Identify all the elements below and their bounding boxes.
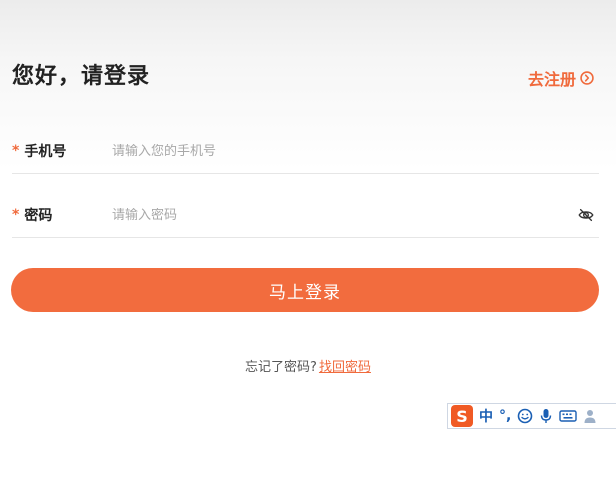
- microphone-icon[interactable]: [539, 408, 553, 424]
- password-input[interactable]: [112, 207, 577, 223]
- eye-off-icon[interactable]: [577, 206, 595, 224]
- phone-field-row: * 手机号: [12, 129, 599, 174]
- password-field-row: * 密码: [12, 193, 599, 238]
- ime-punctuation-toggle[interactable]: °,: [499, 408, 511, 424]
- sogou-logo-icon[interactable]: S: [451, 405, 473, 427]
- smiley-icon[interactable]: [517, 408, 533, 424]
- chevron-right-circle-icon: [580, 71, 594, 85]
- phone-label-text: 手机号: [24, 144, 67, 160]
- ime-toolbar: S 中 °,: [447, 403, 616, 429]
- required-mark: *: [12, 143, 20, 159]
- phone-input[interactable]: [112, 143, 599, 159]
- phone-label: * 手机号: [12, 141, 112, 161]
- required-mark: *: [12, 207, 20, 223]
- forgot-password-prompt: 忘记了密码?: [245, 360, 317, 375]
- user-icon[interactable]: [583, 408, 597, 424]
- login-button[interactable]: 马上登录: [11, 268, 599, 312]
- forgot-password-row: 忘记了密码? 找回密码: [0, 356, 616, 375]
- page-title: 您好，请登录: [12, 64, 151, 89]
- ime-mode-toggle[interactable]: 中: [479, 406, 493, 426]
- password-label-text: 密码: [24, 208, 53, 224]
- recover-password-link[interactable]: 找回密码: [319, 360, 371, 375]
- keyboard-icon[interactable]: [559, 409, 578, 423]
- register-link[interactable]: 去注册: [528, 66, 594, 90]
- register-label: 去注册: [527, 70, 576, 89]
- password-label: * 密码: [12, 205, 112, 225]
- login-page: 您好，请登录 去注册 * 手机号 * 密码 马上登录 忘记了密码?找回密码 S: [0, 0, 616, 502]
